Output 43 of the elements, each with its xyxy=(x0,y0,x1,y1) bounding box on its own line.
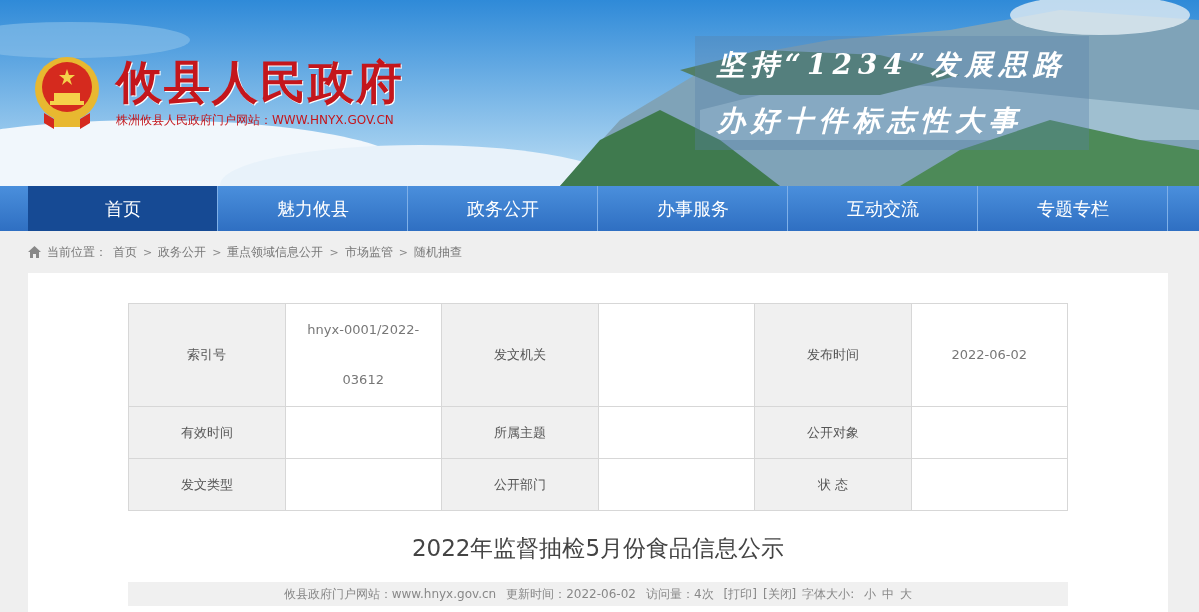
breadcrumb-link[interactable]: 政务公开 xyxy=(158,243,207,261)
nav-tab[interactable]: 专题专栏 xyxy=(978,186,1168,231)
font-size-link[interactable]: 大 xyxy=(900,585,913,603)
breadcrumb-separator: > xyxy=(398,245,408,259)
label-cell: 所属主题 xyxy=(441,406,598,459)
nav-tab[interactable]: 政务公开 xyxy=(408,186,598,231)
font-size-link[interactable]: 小 xyxy=(864,585,877,603)
label-cell: 发布时间 xyxy=(754,303,911,407)
breadcrumb-separator: > xyxy=(329,245,339,259)
site-title: 攸县人民政府 xyxy=(116,57,404,108)
home-icon xyxy=(28,246,41,258)
site-subtitle: 株洲攸县人民政府门户网站：WWW.HNYX.GOV.CN xyxy=(116,111,395,129)
label-cell: 公开对象 xyxy=(754,406,911,459)
font-size-link[interactable]: 中 xyxy=(882,585,895,603)
article-title: 2022年监督抽检5月份食品信息公示 xyxy=(410,534,786,563)
breadcrumb-label: 当前位置： xyxy=(47,243,107,261)
slogan-text: 办好十件标志性大事 xyxy=(716,103,1024,139)
nav-tab[interactable]: 首页 xyxy=(28,186,218,231)
meta-text: 更新时间：2022-06-02 xyxy=(506,585,636,603)
meta-text: 攸县政府门户网站：www.hnyx.gov.cn xyxy=(283,585,497,603)
value-cell: 2022-06-02 xyxy=(911,303,1068,407)
emblem-icon xyxy=(32,55,102,131)
breadcrumb-link[interactable]: 重点领域信息公开 xyxy=(227,243,324,261)
slogan-text: 坚持“1234”发展思路 xyxy=(716,47,1067,83)
value-cell: hnyx-0001/2022-03612 xyxy=(285,303,442,407)
breadcrumb-separator: > xyxy=(143,245,153,259)
label-cell: 发文类型 xyxy=(128,458,285,511)
meta-text: 访问量：4次 xyxy=(645,585,714,603)
label-cell: 发文机关 xyxy=(441,303,598,407)
breadcrumb-link[interactable]: 首页 xyxy=(113,243,137,261)
meta-link[interactable]: [关闭] xyxy=(762,585,797,603)
label-cell: 状 态 xyxy=(754,458,911,511)
label-cell: 索引号 xyxy=(128,303,285,407)
breadcrumb-link[interactable]: 随机抽查 xyxy=(413,243,462,261)
breadcrumb-link[interactable]: 市场监管 xyxy=(344,243,393,261)
meta-link[interactable]: [打印] xyxy=(723,585,757,603)
meta-text: 字体大小: xyxy=(802,585,855,603)
nav-tab[interactable]: 办事服务 xyxy=(598,186,788,231)
nav-tab[interactable]: 魅力攸县 xyxy=(218,186,408,231)
label-cell: 有效时间 xyxy=(128,406,285,459)
label-cell: 公开部门 xyxy=(441,458,598,511)
breadcrumb-separator: > xyxy=(212,245,222,259)
nav-tab[interactable]: 互动交流 xyxy=(788,186,978,231)
